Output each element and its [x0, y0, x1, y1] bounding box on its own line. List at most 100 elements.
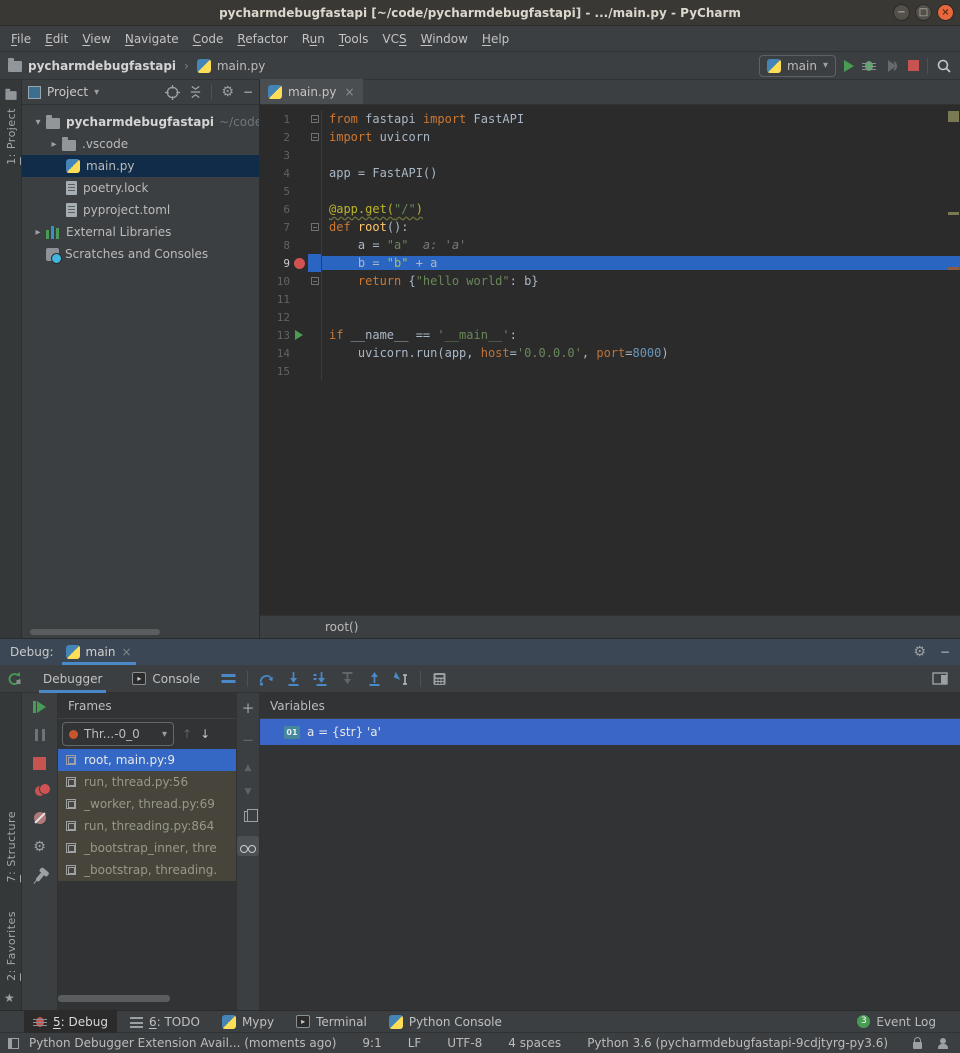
caret-position[interactable]: 9:1	[362, 1036, 381, 1050]
menu-tools[interactable]: Tools	[332, 29, 376, 49]
menu-file[interactable]: File	[4, 29, 38, 49]
breakpoint-icon[interactable]	[294, 258, 305, 269]
code-text[interactable]: def root():	[322, 220, 960, 234]
step-into-icon[interactable]	[285, 671, 302, 687]
line-number[interactable]: 9	[260, 257, 290, 270]
toolwindow-button-python-console[interactable]: Python Console	[380, 1011, 511, 1033]
stripe-structure[interactable]: 7: Structure	[5, 811, 18, 882]
line-number[interactable]: 8	[260, 239, 290, 252]
tab-debugger[interactable]: Debugger	[33, 665, 112, 693]
minimize-button[interactable]: −	[893, 4, 910, 21]
gear-icon[interactable]: ⚙	[221, 85, 234, 99]
mute-breakpoints-icon[interactable]	[34, 812, 46, 824]
stripe-favorites[interactable]: 2: Favorites	[5, 911, 18, 981]
code-text[interactable]: return {"hello world": b}	[322, 274, 960, 288]
duplicate-icon[interactable]	[244, 811, 253, 822]
breadcrumb-file[interactable]: main.py	[217, 59, 266, 73]
python-interpreter[interactable]: Python 3.6 (pycharmdebugfastapi-9cdjtyrg…	[587, 1036, 888, 1050]
show-watches-icon[interactable]	[237, 836, 259, 856]
code-editor[interactable]: 1from fastapi import FastAPI2import uvic…	[260, 105, 960, 615]
code-line[interactable]: 6 @app.get("/")	[260, 200, 960, 218]
line-number[interactable]: 1	[260, 113, 290, 126]
gutter-cell[interactable]	[290, 330, 308, 340]
restore-layout-icon[interactable]	[932, 671, 948, 687]
menu-view[interactable]: View	[75, 29, 117, 49]
code-text[interactable]: app = FastAPI()	[322, 166, 960, 180]
pause-button[interactable]	[35, 729, 45, 741]
line-number[interactable]: 6	[260, 203, 290, 216]
frame-row[interactable]: root, main.py:9	[58, 749, 236, 771]
fold-icon[interactable]	[311, 115, 319, 123]
code-line[interactable]: 8 a = "a" a: 'a'	[260, 236, 960, 254]
step-over-icon[interactable]	[258, 671, 275, 687]
code-line[interactable]: 2import uvicorn	[260, 128, 960, 146]
file-encoding[interactable]: UTF-8	[447, 1036, 482, 1050]
line-number[interactable]: 11	[260, 293, 290, 306]
frame-row[interactable]: _bootstrap, threading.	[58, 859, 236, 881]
code-line[interactable]: 13 if __name__ == '__main__':	[260, 326, 960, 344]
step-out-icon[interactable]	[366, 671, 383, 687]
frame-row[interactable]: run, threading.py:864	[58, 815, 236, 837]
rerun-icon[interactable]	[6, 671, 23, 687]
fold-icon[interactable]	[311, 133, 319, 141]
line-number[interactable]: 14	[260, 347, 290, 360]
tree-item-pyproject-toml[interactable]: pyproject.toml	[22, 199, 259, 221]
collapse-all-icon[interactable]	[189, 85, 202, 99]
gear-icon[interactable]: ⚙	[913, 645, 926, 659]
code-line[interactable]: 4 app = FastAPI()	[260, 164, 960, 182]
code-line[interactable]: 15	[260, 362, 960, 380]
frame-row[interactable]: run, thread.py:56	[58, 771, 236, 793]
hide-panel-icon[interactable]: −	[243, 85, 253, 99]
fold-icon[interactable]	[311, 223, 319, 231]
view-breakpoints-icon[interactable]	[35, 786, 45, 796]
debug-session-tab[interactable]: main ×	[62, 639, 136, 665]
status-message[interactable]: Python Debugger Extension Avail... (mome…	[29, 1036, 336, 1050]
line-number[interactable]: 13	[260, 329, 290, 342]
breadcrumb-project[interactable]: pycharmdebugfastapi	[28, 59, 176, 73]
hide-panel-icon[interactable]: −	[940, 645, 950, 659]
indent-style[interactable]: 4 spaces	[508, 1036, 561, 1050]
menu-help[interactable]: Help	[475, 29, 516, 49]
locate-file-icon[interactable]	[165, 85, 180, 100]
force-step-into-icon[interactable]	[312, 671, 329, 687]
tree-item-poetry-lock[interactable]: poetry.lock	[22, 177, 259, 199]
code-text[interactable]: if __name__ == '__main__':	[322, 328, 960, 342]
code-text[interactable]: import uvicorn	[322, 130, 960, 144]
line-number[interactable]: 4	[260, 167, 290, 180]
move-up-icon[interactable]: ▲	[245, 763, 252, 773]
previous-frame-icon[interactable]: ↑	[182, 727, 192, 741]
code-text[interactable]: uvicorn.run(app, host='0.0.0.0', port=80…	[322, 346, 960, 360]
chevron-right-icon[interactable]: ▸	[46, 139, 62, 150]
tree-item-external-libraries[interactable]: ▸External Libraries	[22, 221, 259, 243]
breadcrumb-function[interactable]: root()	[325, 620, 358, 634]
variable-row[interactable]: 01a = {str} 'a'	[260, 719, 960, 745]
fold-icon[interactable]	[311, 277, 319, 285]
code-line[interactable]: 11	[260, 290, 960, 308]
toolwindow-button-mypy[interactable]: Mypy	[213, 1011, 283, 1033]
close-button[interactable]: ×	[937, 4, 954, 21]
evaluate-expression-icon[interactable]	[431, 671, 448, 687]
step-out-disabled-icon[interactable]	[339, 671, 356, 687]
project-horizontal-scrollbar[interactable]	[30, 629, 160, 635]
toolwindow-button-terminal[interactable]: ▸Terminal	[287, 1011, 376, 1033]
pin-tab-icon[interactable]	[35, 872, 44, 882]
tree-item-vscode[interactable]: ▸.vscode	[22, 133, 259, 155]
code-line[interactable]: 14 uvicorn.run(app, host='0.0.0.0', port…	[260, 344, 960, 362]
run-configuration-select[interactable]: main ▾	[759, 55, 836, 77]
line-number[interactable]: 15	[260, 365, 290, 378]
thread-selector[interactable]: Thr...-0_0 ▾	[62, 722, 174, 746]
line-number[interactable]: 10	[260, 275, 290, 288]
stripe-project[interactable]: 1: Project	[5, 108, 18, 165]
event-log-button[interactable]: Event Log	[876, 1015, 936, 1029]
add-watch-icon[interactable]: +	[242, 699, 255, 717]
tree-item-root[interactable]: ▾pycharmdebugfastapi~/code/pycharmdebugf…	[22, 111, 259, 133]
line-number[interactable]: 5	[260, 185, 290, 198]
code-text[interactable]: @app.get("/")	[322, 202, 960, 216]
line-number[interactable]: 7	[260, 221, 290, 234]
maximize-button[interactable]: □	[915, 4, 932, 21]
toolwindow-button-todo[interactable]: 6: TODO	[121, 1011, 209, 1033]
gutter-cell[interactable]	[290, 258, 308, 269]
code-line[interactable]: 10 return {"hello world": b}	[260, 272, 960, 290]
run-button[interactable]	[844, 60, 854, 72]
code-line[interactable]: 3	[260, 146, 960, 164]
